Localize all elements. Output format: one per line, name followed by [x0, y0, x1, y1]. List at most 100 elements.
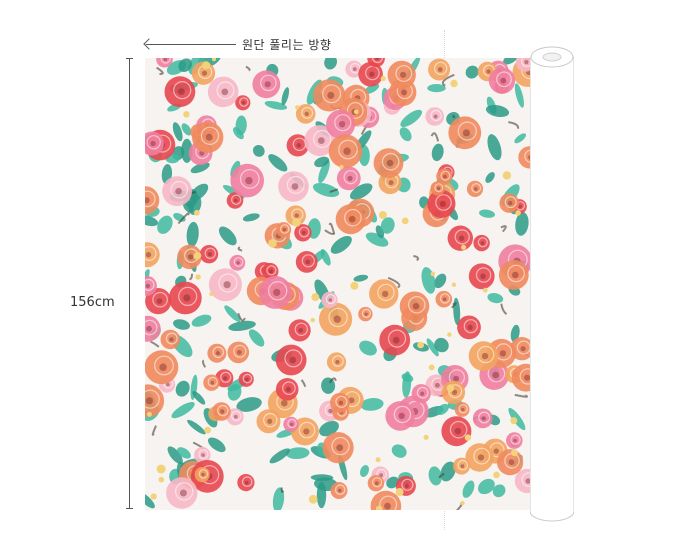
rose-motif: [283, 416, 299, 432]
rose-motif: [466, 180, 484, 197]
bud-motif: [156, 464, 166, 474]
rose-motif: [194, 467, 210, 483]
leaf-motif: [175, 380, 190, 397]
bud-motif: [194, 252, 202, 260]
leaf-motif: [359, 465, 370, 477]
leaf-motif: [268, 154, 288, 172]
fabric-swatch: [145, 58, 530, 510]
bud-motif: [353, 109, 359, 115]
rose-motif: [379, 324, 411, 356]
rose-motif: [457, 315, 481, 340]
bud-motif: [451, 282, 457, 287]
rose-motif: [321, 291, 338, 309]
bud-motif: [308, 494, 318, 504]
rose-motif: [162, 176, 192, 207]
fabric-width-label: 156cm: [70, 293, 115, 312]
rose-motif: [295, 251, 318, 273]
leaf-motif: [485, 172, 495, 183]
leaf-motif: [462, 480, 475, 498]
bud-motif: [423, 434, 429, 440]
branch-motif: [201, 359, 206, 368]
branch-motif: [300, 379, 307, 388]
rose-motif: [441, 380, 466, 405]
branch-motif: [430, 132, 440, 142]
leaf-motif: [400, 109, 423, 127]
rose-motif: [453, 457, 470, 475]
branch-motif: [413, 255, 420, 262]
rose-motif: [441, 416, 472, 447]
rose-motif: [399, 291, 430, 322]
rose-motif: [411, 384, 431, 404]
leaf-motif: [359, 340, 377, 356]
rose-motif: [473, 234, 490, 252]
branch-motif: [150, 340, 160, 348]
leaf-motif: [353, 274, 369, 282]
bud-motif: [430, 271, 436, 277]
rose-motif: [238, 371, 254, 387]
unroll-direction: 원단 풀리는 방향: [146, 36, 331, 53]
fabric-roll-icon: [529, 45, 575, 523]
width-dimension-line: [129, 58, 130, 509]
bud-motif: [339, 164, 344, 170]
leaf-motif: [431, 143, 444, 162]
leaf-motif: [487, 134, 502, 161]
leaf-motif: [242, 213, 260, 222]
rose-motif: [425, 107, 445, 126]
rose-motif: [448, 116, 482, 150]
leaf-motif: [171, 401, 195, 419]
bud-motif: [158, 476, 165, 483]
rose-motif: [488, 67, 516, 94]
rose-motif: [145, 350, 179, 385]
bud-motif: [295, 105, 300, 110]
bud-motif: [183, 111, 190, 118]
bud-motif: [150, 493, 157, 500]
branch-motif: [500, 225, 507, 233]
bud-motif: [482, 287, 488, 293]
bud-motif: [209, 291, 214, 297]
rose-motif: [278, 171, 309, 202]
leaf-motif: [330, 235, 352, 254]
rose-motif: [497, 449, 524, 476]
rose-motif: [319, 302, 353, 336]
leaf-motif: [479, 209, 495, 218]
branch-motif: [514, 393, 529, 398]
leaf-motif: [186, 221, 199, 247]
bud-motif: [510, 417, 518, 425]
rose-motif: [227, 341, 250, 364]
leaf-motif: [218, 226, 237, 246]
rose-motif: [330, 392, 350, 413]
bud-motif: [464, 434, 472, 441]
bud-motif: [493, 471, 500, 479]
bud-motif: [310, 317, 315, 323]
rose-motif: [328, 134, 363, 168]
rose-motif: [207, 343, 227, 363]
width-dimension-cap-bottom: [126, 508, 133, 509]
rose-motif: [373, 148, 404, 178]
bud-motif: [461, 244, 467, 250]
bud-motif: [446, 384, 455, 392]
bud-motif: [204, 426, 211, 434]
rose-motif: [160, 329, 181, 350]
leaf-motif: [514, 133, 527, 144]
rose-motif: [428, 58, 451, 81]
leaf-motif: [187, 419, 206, 435]
branch-motif: [500, 303, 508, 315]
rose-motif: [472, 408, 493, 429]
rose-motif: [385, 401, 415, 431]
bud-motif: [378, 211, 387, 219]
rose-motif: [499, 193, 519, 213]
rose-motif: [212, 402, 231, 421]
rose-motif: [145, 315, 161, 342]
leaf-motif: [515, 212, 529, 236]
rose-motif: [166, 477, 198, 509]
rose-motif: [518, 146, 530, 169]
bud-motif: [202, 61, 211, 70]
rose-motif: [326, 352, 347, 372]
branch-motif: [280, 487, 285, 493]
leaf-motif: [285, 447, 310, 460]
leaf-motif: [324, 58, 338, 70]
rose-motif: [256, 409, 281, 434]
rose-motif: [454, 402, 470, 417]
bud-motif: [194, 209, 200, 216]
leaf-motif: [252, 144, 265, 157]
